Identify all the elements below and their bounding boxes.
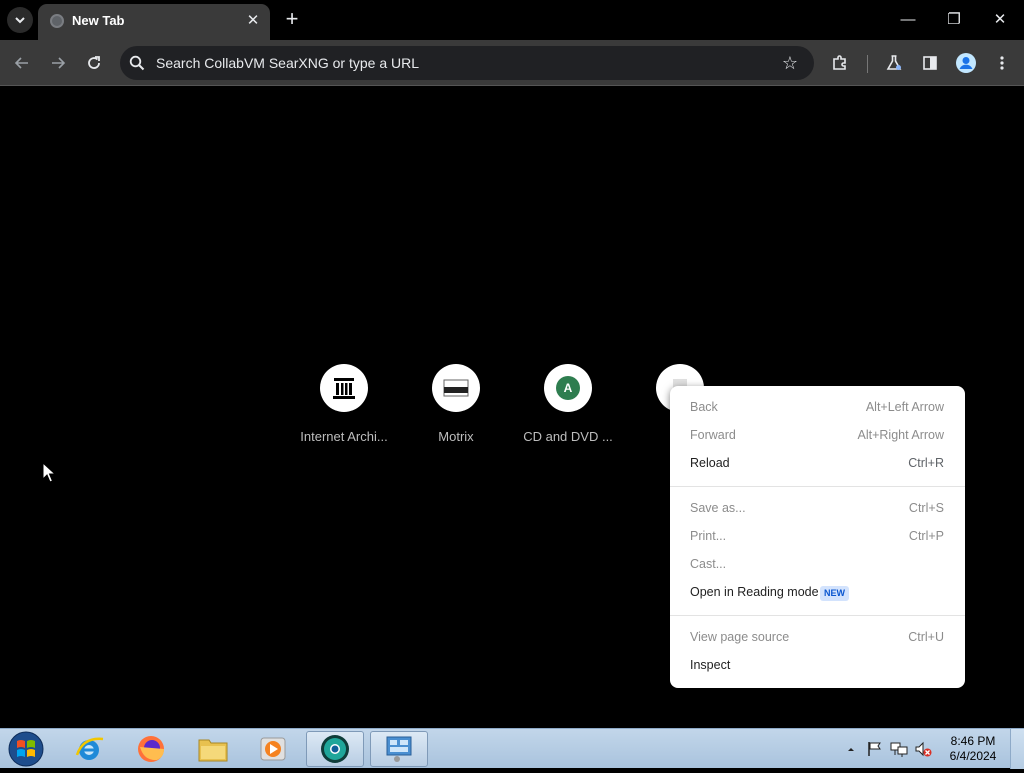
- search-icon: [129, 55, 145, 71]
- flag-icon: [868, 742, 881, 756]
- internet-explorer-taskbar-button[interactable]: [60, 731, 118, 767]
- chevron-down-icon: [15, 17, 25, 24]
- omnibox-placeholder: Search CollabVM SearXNG or type a URL: [156, 55, 419, 71]
- media-player-icon: [260, 737, 286, 761]
- menu-separator: [670, 486, 965, 487]
- profile-button[interactable]: [952, 49, 980, 77]
- menu-item-save-as[interactable]: Save as... Ctrl+S: [670, 496, 965, 522]
- arrow-left-icon: [14, 57, 28, 69]
- motrix-icon: [432, 364, 480, 412]
- system-clock[interactable]: 8:46 PM 6/4/2024: [940, 734, 1006, 764]
- side-panel-icon: [923, 56, 937, 70]
- menu-item-label: Open in Reading mode: [690, 585, 819, 599]
- back-button[interactable]: [8, 49, 36, 77]
- volume-tray[interactable]: [914, 740, 932, 758]
- menu-item-cast[interactable]: Cast...: [670, 552, 965, 578]
- tab-search-button[interactable]: [7, 7, 33, 33]
- tab-strip: New Tab ✕ + — ❐ ✕: [0, 0, 1024, 40]
- show-desktop-button[interactable]: [1010, 729, 1024, 769]
- start-button[interactable]: [6, 730, 46, 768]
- menu-item-label: Cast...: [690, 557, 727, 571]
- menu-item-shortcut: Ctrl+P: [908, 529, 944, 543]
- menu-item-label: Inspect: [690, 658, 731, 672]
- menu-item-back[interactable]: Back Alt+Left Arrow: [670, 395, 965, 421]
- menu-item-reading-mode[interactable]: Open in Reading mode NEW: [670, 580, 965, 606]
- new-tab-button[interactable]: +: [280, 8, 304, 32]
- menu-item-label: Save as...: [690, 501, 746, 515]
- firefox-icon: [138, 736, 164, 762]
- labs-button[interactable]: [880, 49, 908, 77]
- folder-icon: [198, 739, 228, 762]
- internet-archive-icon: [320, 364, 368, 412]
- close-window-button[interactable]: ✕: [982, 6, 1018, 34]
- mouse-cursor-icon: [42, 462, 56, 483]
- reload-icon: [88, 56, 100, 69]
- taskbar: 8:46 PM 6/4/2024: [0, 728, 1024, 769]
- control-panel-icon: [386, 736, 412, 762]
- shortcut-label: Motrix: [438, 429, 474, 444]
- menu-item-shortcut: Alt+Left Arrow: [865, 400, 944, 414]
- tab-new-tab[interactable]: New Tab ✕: [38, 4, 270, 40]
- network-tray[interactable]: [890, 740, 908, 758]
- flask-icon: [886, 55, 902, 70]
- file-explorer-taskbar-button[interactable]: [184, 731, 242, 767]
- shortcut-tile[interactable]: Internet Archi...: [288, 364, 400, 454]
- globe-icon: [50, 14, 64, 28]
- menu-item-inspect[interactable]: Inspect: [670, 653, 965, 679]
- control-panel-taskbar-button[interactable]: [370, 731, 428, 767]
- shortcut-label: CD and DVD ...: [523, 429, 613, 444]
- media-player-taskbar-button[interactable]: [244, 731, 302, 767]
- minimize-button[interactable]: —: [890, 6, 926, 34]
- menu-item-label: Reload: [690, 456, 730, 470]
- menu-item-shortcut: Alt+Right Arrow: [857, 428, 945, 442]
- context-menu: Back Alt+Left Arrow Forward Alt+Right Ar…: [670, 386, 965, 688]
- chrome-dev-icon: [321, 735, 349, 763]
- shortcut-tile[interactable]: Motrix: [400, 364, 512, 454]
- menu-item-label: View page source: [690, 630, 790, 644]
- new-badge: NEW: [820, 586, 849, 601]
- internet-explorer-icon: [75, 737, 104, 760]
- volume-muted-icon: [915, 741, 932, 757]
- extensions-button[interactable]: [826, 49, 854, 77]
- tab-title: New Tab: [72, 13, 125, 28]
- clock-date: 6/4/2024: [949, 749, 997, 763]
- shortcut-tile[interactable]: A CD and DVD ...: [512, 364, 624, 454]
- more-vert-icon: [1000, 56, 1004, 70]
- puzzle-icon: [833, 55, 846, 70]
- menu-item-view-source[interactable]: View page source Ctrl+U: [670, 625, 965, 651]
- omnibox[interactable]: Search CollabVM SearXNG or type a URL ☆: [120, 46, 814, 80]
- menu-item-print[interactable]: Print... Ctrl+P: [670, 524, 965, 550]
- menu-item-shortcut: Ctrl+S: [908, 501, 944, 515]
- toolbar: Search CollabVM SearXNG or type a URL ☆: [0, 40, 1024, 86]
- chrome-taskbar-button[interactable]: [306, 731, 364, 767]
- menu-item-label: Print...: [690, 529, 727, 543]
- shortcut-label: Internet Archi...: [300, 429, 388, 444]
- letter-a-icon: A: [544, 364, 592, 412]
- network-icon: [890, 742, 908, 757]
- menu-item-label: Forward: [690, 428, 736, 442]
- show-hidden-icons-button[interactable]: [844, 740, 862, 758]
- close-tab-icon[interactable]: ✕: [244, 12, 262, 30]
- menu-item-forward[interactable]: Forward Alt+Right Arrow: [670, 423, 965, 449]
- menu-separator: [670, 615, 965, 616]
- windows-logo-icon: [8, 731, 44, 767]
- bookmark-star-icon[interactable]: ☆: [780, 53, 800, 73]
- restore-button[interactable]: ❐: [936, 6, 972, 34]
- letter-avatar: A: [556, 376, 580, 400]
- menu-item-shortcut: Ctrl+R: [908, 456, 944, 470]
- forward-button[interactable]: [44, 49, 72, 77]
- clock-time: 8:46 PM: [950, 734, 996, 748]
- menu-item-label: Back: [690, 400, 718, 414]
- menu-item-shortcut: Ctrl+U: [908, 630, 944, 644]
- toolbar-divider: [867, 55, 868, 73]
- chevron-up-icon: [848, 748, 854, 751]
- firefox-taskbar-button[interactable]: [122, 731, 180, 767]
- side-panel-button[interactable]: [916, 49, 944, 77]
- menu-item-reload[interactable]: Reload Ctrl+R: [670, 451, 965, 477]
- action-center-tray[interactable]: [866, 740, 884, 758]
- reload-button[interactable]: [80, 49, 108, 77]
- avatar-icon: [956, 53, 976, 73]
- arrow-right-icon: [52, 57, 66, 69]
- menu-button[interactable]: [988, 49, 1016, 77]
